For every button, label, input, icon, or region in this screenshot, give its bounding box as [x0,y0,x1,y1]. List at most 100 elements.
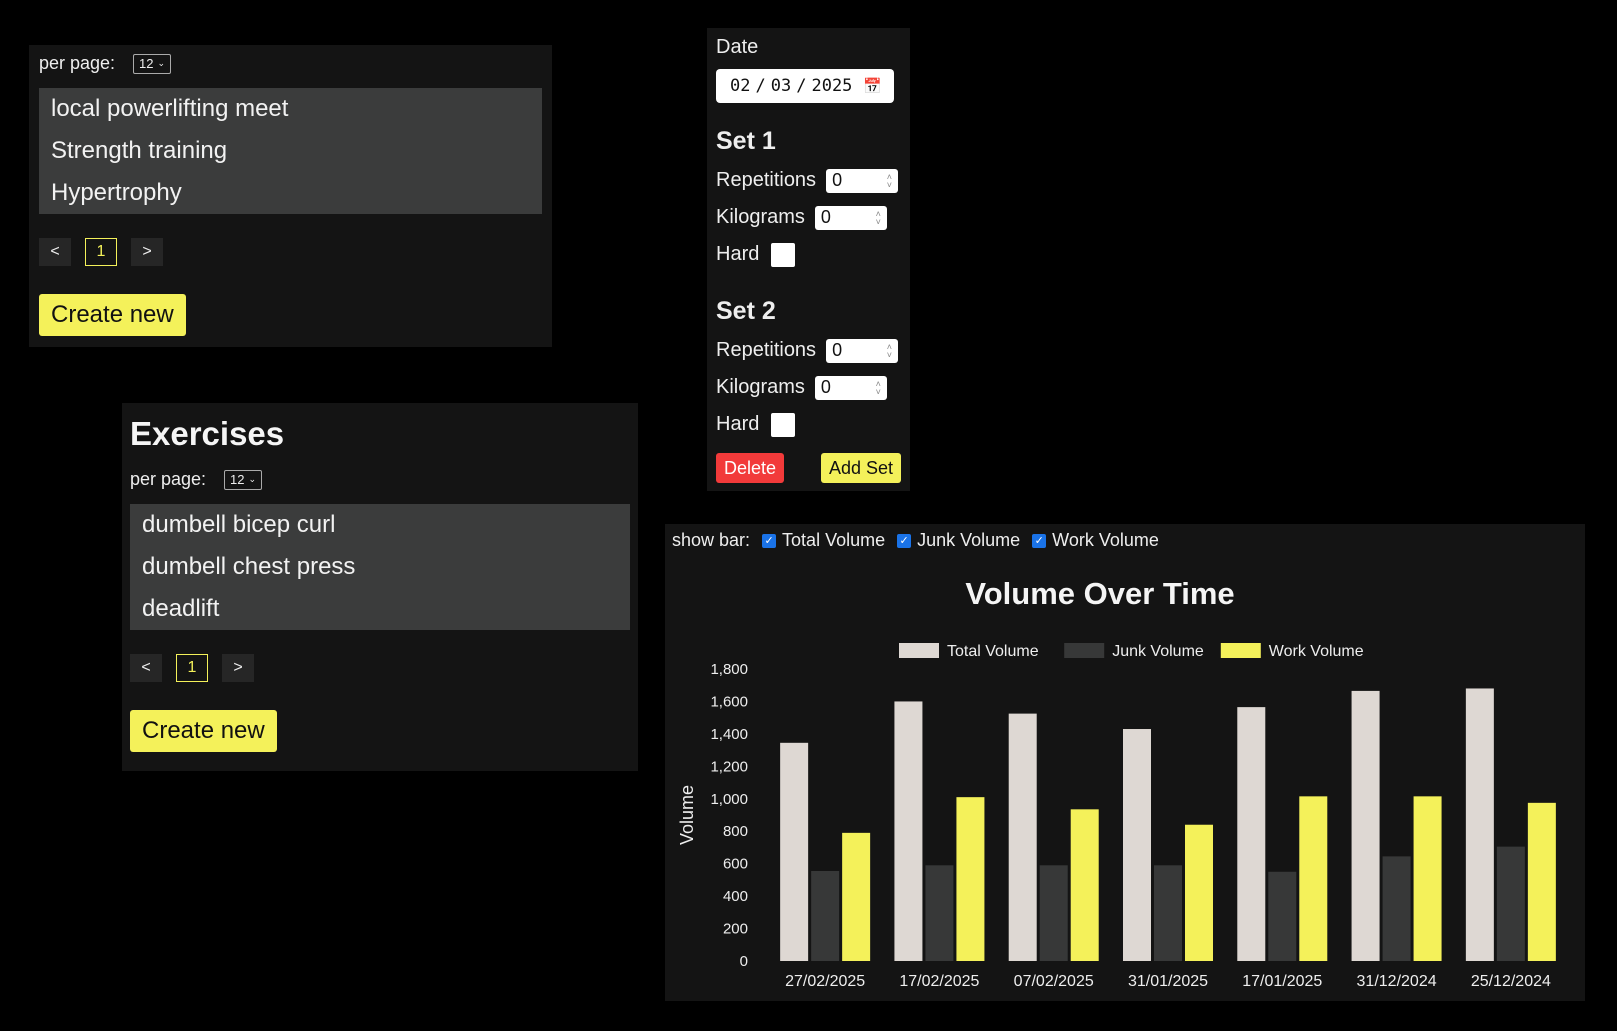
bar-work-volume [956,797,985,961]
next-page-button[interactable]: > [131,238,163,266]
page-title: Exercises [130,415,285,452]
bar-total-volume [1008,713,1037,961]
x-tick-label: 27/02/2025 [785,973,865,990]
legend-swatch [1220,643,1261,658]
reps-input[interactable]: 0 ˄ ˅ [826,168,899,193]
reps-value: 0 [832,170,843,190]
toggle-label: Work Volume [1052,530,1159,550]
per-page-control: per page: 12 ⌄ [130,469,630,490]
date-month[interactable]: 03 [771,76,791,96]
next-page-button[interactable]: > [222,654,254,682]
show-bar-label: show bar: [672,530,751,550]
y-tick-label: 1,400 [710,726,748,743]
show-bar-controls: show bar: ✓ Total Volume ✓ Junk Volume ✓… [665,524,1585,557]
create-new-button[interactable]: Create new [39,294,186,336]
work-volume-checkbox[interactable]: ✓ [1032,533,1047,548]
y-tick-label: 1,200 [710,758,748,775]
legend-swatch [899,643,939,658]
y-axis-label: Volume [677,785,697,845]
x-tick-label: 25/12/2024 [1471,973,1551,990]
y-tick-label: 200 [723,921,748,938]
per-page-select[interactable]: 12 ⌄ [133,53,172,74]
pagination: < 1 > [39,238,542,266]
add-set-button[interactable]: Add Set [820,453,901,483]
list-item[interactable]: Hypertrophy [39,172,542,214]
list-item[interactable]: dumbell bicep curl [130,504,630,546]
bar-total-volume [1351,690,1380,961]
x-tick-label: 17/02/2025 [899,973,979,990]
reps-input[interactable]: 0 ˄ ˅ [826,338,899,363]
bar-work-volume [842,832,871,961]
prev-page-button[interactable]: < [39,238,71,266]
form-actions: Delete Add Set [716,453,901,483]
bar-total-volume [1123,729,1151,961]
y-tick-label: 1,800 [710,661,748,678]
bar-junk-volume [1039,865,1068,961]
date-input[interactable]: 02 / 03 / 2025 📅 [716,69,894,103]
exercises-panel: Exercises per page: 12 ⌄ dumbell bicep c… [122,403,638,771]
bar-total-volume [780,742,809,961]
prev-page-button[interactable]: < [130,654,162,682]
x-tick-label: 31/01/2025 [1128,973,1208,990]
calendar-icon[interactable]: 📅 [863,77,882,95]
reps-label: Repetitions [716,169,817,191]
bar-work-volume [1527,802,1556,961]
kg-row: Kilograms 0 ˄ ˅ [716,369,901,406]
list-item[interactable]: local powerlifting meet [39,88,542,130]
kg-value: 0 [820,377,831,397]
programs-panel: per page: 12 ⌄ local powerlifting meet S… [29,45,552,347]
per-page-control: per page: 12 ⌄ [39,53,542,74]
x-axis-label: Date [1148,999,1188,1001]
legend-label: Work Volume [1269,643,1364,660]
program-list: local powerlifting meet Strength trainin… [39,88,542,214]
kg-input[interactable]: 0 ˄ ˅ [814,205,887,230]
current-page-button[interactable]: 1 [176,654,208,682]
kg-input[interactable]: 0 ˄ ˅ [814,375,887,400]
hard-checkbox[interactable] [771,412,796,437]
spinner-icon[interactable]: ˄ ˅ [876,209,881,226]
junk-volume-checkbox[interactable]: ✓ [897,533,912,548]
chevron-down-icon: ⌄ [157,58,166,68]
spinner-icon[interactable]: ˄ ˅ [887,342,892,359]
bar-junk-volume [1496,846,1525,961]
hard-checkbox[interactable] [771,242,796,267]
reps-row: Repetitions 0 ˄ ˅ [716,332,901,369]
bar-junk-volume [1154,865,1182,961]
date-day[interactable]: 02 [730,76,750,96]
bar-total-volume [1465,688,1494,961]
reps-row: Repetitions 0 ˄ ˅ [716,162,901,199]
y-tick-label: 400 [723,888,748,905]
per-page-value: 12 [139,56,154,71]
bar-work-volume [1185,824,1213,961]
legend-label: Junk Volume [1112,643,1204,660]
reps-label: Repetitions [716,339,817,361]
exercise-list: dumbell bicep curl dumbell chest press d… [130,504,630,630]
date-separator: / [755,76,766,96]
list-item[interactable]: dumbell chest press [130,546,630,588]
current-page-button[interactable]: 1 [85,238,117,266]
list-item[interactable]: deadlift [130,588,630,630]
chart-panel: show bar: ✓ Total Volume ✓ Junk Volume ✓… [665,524,1585,1001]
bar-junk-volume [925,865,954,961]
create-new-button[interactable]: Create new [130,710,277,752]
hard-label: Hard [716,413,760,435]
bar-work-volume [1413,796,1442,961]
date-year[interactable]: 2025 [811,76,852,96]
total-volume-checkbox[interactable]: ✓ [762,533,777,548]
spinner-icon[interactable]: ˄ ˅ [887,172,892,189]
list-item[interactable]: Strength training [39,130,542,172]
set-form-panel: Date 02 / 03 / 2025 📅 Set 1 Repetitions … [707,28,910,491]
delete-button[interactable]: Delete [716,453,785,483]
legend-label: Total Volume [947,643,1039,660]
hard-label: Hard [716,243,760,265]
toggle-label: Total Volume [782,530,886,550]
date-separator: / [796,76,807,96]
pagination: < 1 > [130,654,630,682]
per-page-value: 12 [230,472,245,487]
per-page-select[interactable]: 12 ⌄ [224,469,263,490]
date-label: Date [716,36,759,58]
x-tick-label: 07/02/2025 [1014,973,1094,990]
spinner-icon[interactable]: ˄ ˅ [876,379,881,396]
bar-work-volume [1299,796,1328,961]
y-tick-label: 1,600 [710,693,748,710]
